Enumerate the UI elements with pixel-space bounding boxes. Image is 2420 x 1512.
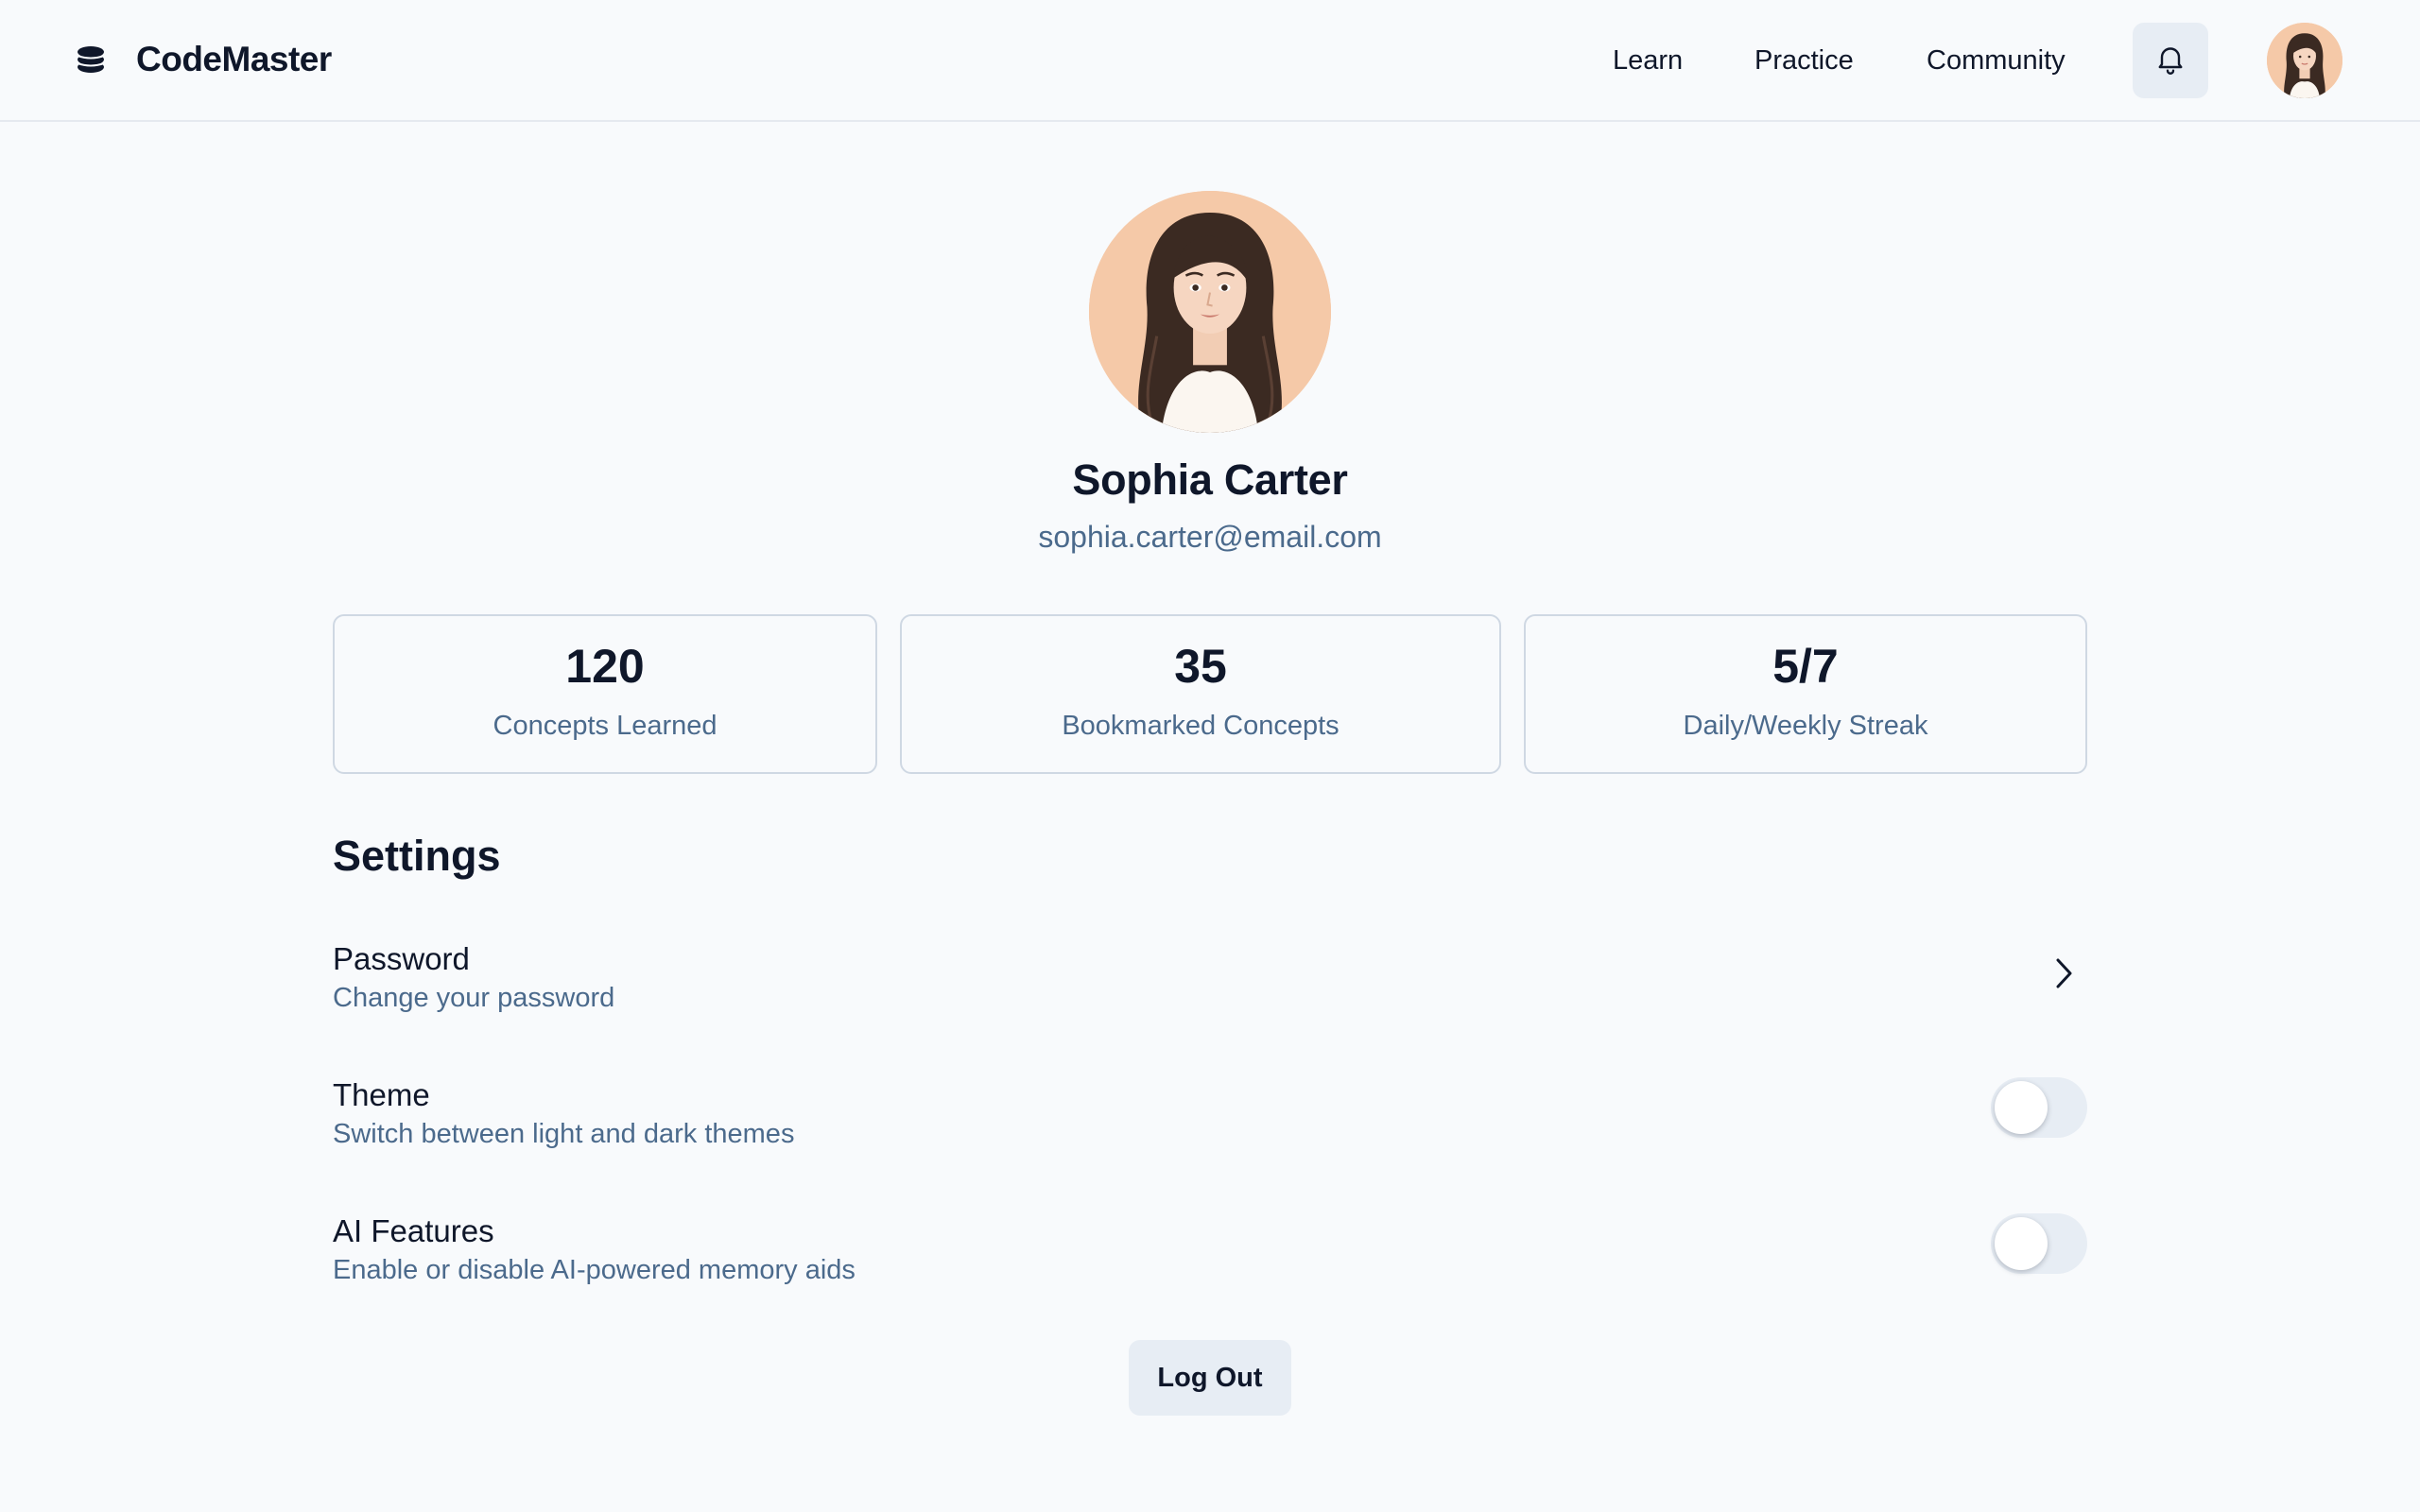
bell-icon — [2153, 42, 2187, 80]
logout-button[interactable]: Log Out — [1129, 1340, 1291, 1416]
profile-name: Sophia Carter — [1072, 455, 1348, 504]
setting-description: Switch between light and dark themes — [333, 1119, 795, 1149]
stat-label: Concepts Learned — [493, 711, 717, 741]
nav-link-practice[interactable]: Practice — [1754, 38, 1854, 83]
toggle-knob — [1995, 1217, 2048, 1270]
setting-ai-features: AI Features Enable or disable AI-powered… — [333, 1213, 2087, 1317]
stat-card-concepts-learned: 120 Concepts Learned — [333, 614, 877, 774]
nav-link-learn[interactable]: Learn — [1613, 38, 1683, 83]
app-name: CodeMaster — [136, 40, 332, 78]
stat-value: 35 — [1174, 640, 1227, 693]
settings-heading: Settings — [333, 832, 501, 880]
stat-value: 120 — [565, 640, 645, 693]
user-avatar[interactable] — [2267, 23, 2342, 98]
setting-title: Password — [333, 941, 470, 976]
setting-description: Change your password — [333, 983, 615, 1013]
stat-value: 5/7 — [1772, 640, 1839, 693]
brand[interactable]: CodeMaster — [76, 34, 332, 85]
profile-email: sophia.carter@email.com — [1038, 520, 1382, 554]
setting-password[interactable]: Password Change your password — [333, 941, 2087, 1045]
ai-features-toggle[interactable] — [1991, 1213, 2087, 1274]
theme-toggle[interactable] — [1991, 1077, 2087, 1138]
stat-label: Daily/Weekly Streak — [1683, 711, 1928, 741]
stack-icon — [76, 44, 106, 75]
setting-title: Theme — [333, 1077, 430, 1112]
notifications-button[interactable] — [2133, 23, 2208, 98]
nav-link-community[interactable]: Community — [1927, 38, 2066, 83]
chevron-right-icon[interactable] — [2049, 954, 2078, 992]
profile-avatar — [1089, 191, 1331, 433]
toggle-knob — [1995, 1081, 2048, 1134]
stat-card-bookmarked-concepts: 35 Bookmarked Concepts — [900, 614, 1501, 774]
setting-title: AI Features — [333, 1213, 494, 1248]
setting-theme: Theme Switch between light and dark them… — [333, 1077, 2087, 1181]
stat-card-streak: 5/7 Daily/Weekly Streak — [1524, 614, 2087, 774]
setting-description: Enable or disable AI-powered memory aids — [333, 1255, 856, 1285]
top-header: CodeMaster Learn Practice Community — [0, 0, 2420, 122]
stat-label: Bookmarked Concepts — [1062, 711, 1340, 741]
